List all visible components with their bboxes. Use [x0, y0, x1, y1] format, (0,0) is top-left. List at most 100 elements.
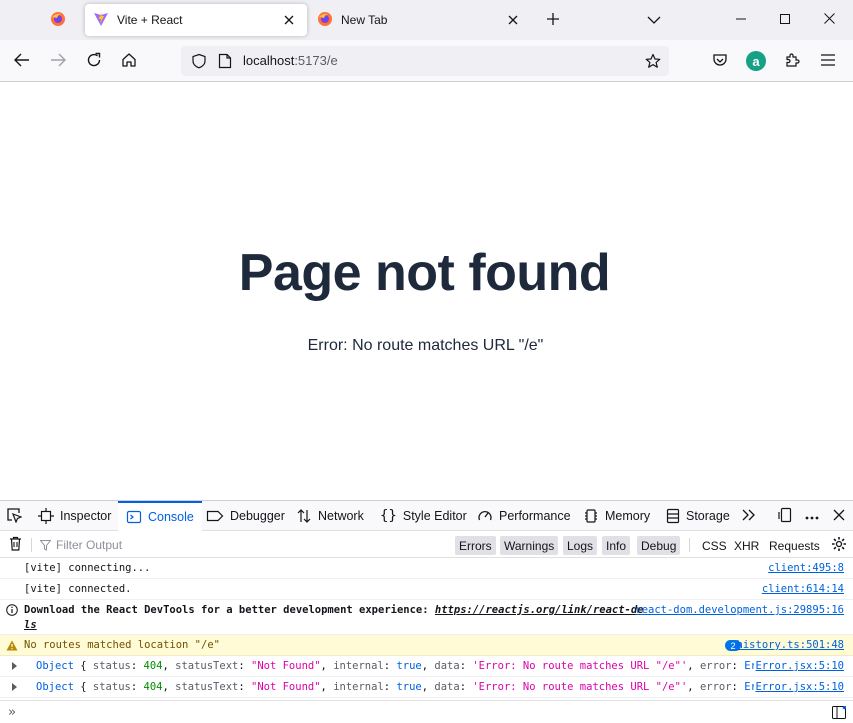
pick-element-button[interactable] — [4, 506, 24, 526]
tab-vite-react[interactable]: Vite + React — [85, 4, 307, 36]
devtools-panel: Inspector Console Debugger Network {} St… — [0, 500, 853, 723]
devtools-tab-performance[interactable]: Performance — [477, 501, 571, 531]
vite-icon — [93, 11, 109, 30]
expand-arrow-icon[interactable] — [12, 683, 17, 691]
message-body: Download the React DevTools for a better… — [24, 604, 435, 616]
source-link[interactable]: history.ts:501:48 — [737, 639, 844, 651]
funnel-icon — [40, 539, 51, 551]
expand-arrow-icon[interactable] — [12, 662, 17, 670]
info-icon — [6, 604, 18, 616]
console-message-info: Download the React DevTools for a better… — [0, 600, 853, 635]
tab-new-tab[interactable]: New Tab — [309, 4, 531, 36]
devtools-tab-inspector[interactable]: Inspector — [38, 501, 111, 531]
puzzle-icon — [784, 52, 800, 71]
account-avatar[interactable]: a — [746, 51, 766, 71]
filter-logs-button[interactable]: Logs — [563, 536, 598, 555]
extensions-button[interactable] — [778, 47, 806, 75]
object-key: internal — [333, 660, 384, 672]
filter-warnings-button[interactable]: Warnings — [500, 536, 559, 555]
object-value: true — [396, 681, 422, 693]
source-link[interactable]: client:614:14 — [762, 583, 844, 595]
filter-info-button[interactable]: Info — [602, 536, 631, 555]
devtools-tab-memory[interactable]: Memory — [583, 501, 650, 531]
list-all-tabs-button[interactable] — [642, 8, 666, 32]
divider — [689, 538, 690, 552]
debugger-icon — [206, 509, 224, 523]
back-button[interactable] — [8, 47, 36, 75]
object-key: internal — [333, 681, 384, 693]
new-tab-button[interactable] — [541, 8, 565, 32]
devtools-toolbar: Inspector Console Debugger Network {} St… — [0, 501, 853, 531]
console-filter-bar: Filter Output Errors Warnings Logs Info … — [0, 532, 853, 558]
url-path: :5173/e — [294, 53, 338, 68]
network-icon — [296, 508, 312, 524]
close-devtools-button[interactable] — [829, 506, 849, 526]
maximize-icon — [780, 13, 790, 27]
source-link[interactable]: Error.jsx:5:10 — [755, 660, 844, 672]
plus-icon — [546, 12, 560, 29]
minimize-icon — [736, 13, 746, 27]
editor-mode-icon[interactable] — [831, 704, 847, 720]
devtools-download-link[interactable]: https://reactjs.org/link/react-devtoo — [435, 604, 644, 616]
filter-xhr-button[interactable]: XHR — [730, 536, 763, 555]
home-button[interactable] — [115, 47, 143, 75]
source-link[interactable]: Error.jsx:5:10 — [755, 681, 844, 693]
filter-css-button[interactable]: CSS — [698, 536, 731, 555]
devtools-tab-storage[interactable]: Storage — [666, 501, 730, 531]
reload-button[interactable] — [80, 47, 108, 75]
inspector-icon — [38, 508, 54, 524]
page-icon[interactable] — [213, 49, 237, 73]
page-content: Page not found Error: No route matches U… — [0, 83, 853, 500]
arrow-right-icon — [50, 53, 66, 70]
object-punct: { — [73, 660, 93, 672]
object-value: true — [396, 660, 422, 672]
chevron-down-icon — [647, 13, 661, 27]
tab-strip: Vite + React New Tab — [0, 0, 853, 40]
bookmark-star-icon[interactable] — [641, 49, 665, 73]
navigation-toolbar: localhost:5173/e — [0, 40, 853, 82]
devtools-tab-style-editor[interactable]: {} Style Editor — [380, 501, 467, 531]
page-title: Page not found — [238, 244, 611, 302]
object-punct: { — [73, 681, 93, 693]
url-bar[interactable]: localhost:5173/e — [181, 46, 669, 76]
console-message-object: Object { status: 404, statusText: "Not F… — [0, 677, 853, 698]
responsive-mode-icon — [778, 507, 794, 526]
maximize-button[interactable] — [763, 0, 807, 40]
message-text: [vite] connected. — [24, 583, 132, 595]
console-settings-button[interactable] — [829, 535, 849, 555]
more-tools-button[interactable] — [739, 506, 759, 526]
object-key: data — [434, 681, 460, 693]
pocket-button[interactable] — [706, 47, 734, 75]
close-tab-icon[interactable] — [503, 10, 523, 30]
devtools-menu-button[interactable] — [802, 506, 822, 526]
devtools-tab-network[interactable]: Network — [296, 501, 364, 531]
devtools-tab-debugger[interactable]: Debugger — [206, 501, 285, 531]
firefox-icon — [317, 11, 333, 30]
source-link[interactable]: client:495:8 — [768, 562, 844, 574]
source-link[interactable]: react-dom.development.js:29895:16 — [635, 604, 844, 616]
app-menu-button[interactable] — [814, 47, 842, 75]
close-window-button[interactable] — [807, 0, 851, 40]
filter-errors-button[interactable]: Errors — [455, 536, 496, 555]
object-preview[interactable]: Object { status: 404, statusText: "Not F… — [36, 660, 754, 672]
tab-label: Memory — [605, 509, 651, 523]
close-tab-icon[interactable] — [279, 10, 299, 30]
filter-requests-button[interactable]: Requests — [765, 536, 824, 555]
forward-button[interactable] — [44, 47, 72, 75]
close-icon — [833, 509, 845, 524]
shield-icon[interactable] — [187, 49, 211, 73]
object-preview[interactable]: Object { status: 404, statusText: "Not F… — [36, 681, 754, 693]
devtools-download-link-wrap[interactable]: ls — [24, 619, 37, 631]
url-text[interactable]: localhost:5173/e — [243, 53, 338, 68]
devtools-tab-console[interactable]: Console — [118, 501, 202, 531]
tab-label: Console — [148, 510, 194, 524]
filter-output-input[interactable]: Filter Output — [40, 536, 440, 554]
tab-label: Performance — [499, 509, 571, 523]
clear-console-button[interactable] — [6, 536, 24, 554]
minimize-button[interactable] — [719, 0, 763, 40]
responsive-design-button[interactable] — [776, 506, 796, 526]
console-input[interactable]: » — [0, 700, 853, 723]
filter-debug-button[interactable]: Debug — [637, 536, 681, 555]
object-value: Error — [744, 681, 754, 693]
pinned-tab-firefox[interactable] — [38, 4, 78, 36]
